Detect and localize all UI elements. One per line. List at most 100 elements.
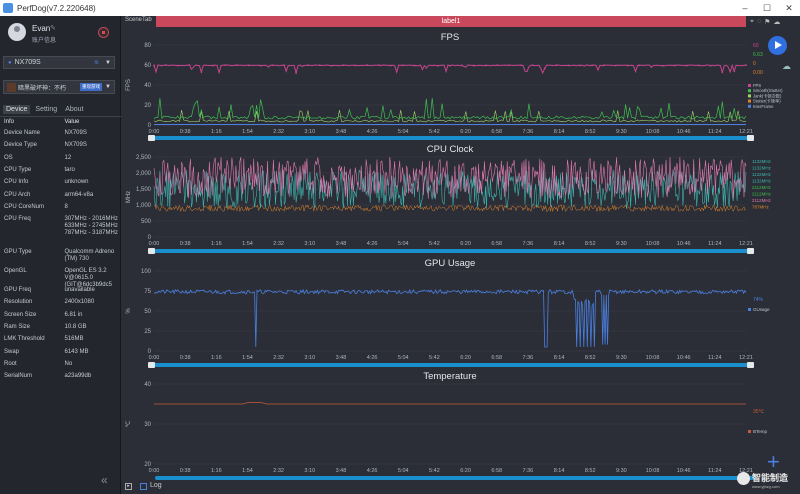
comment-icon[interactable]: ◌ [757, 18, 761, 25]
slider-handle-start[interactable] [148, 135, 155, 141]
slider-handle-start[interactable] [148, 248, 155, 254]
gpu-x-tick: 8:14 [554, 355, 565, 361]
temp-y-axis-label: ℃ [126, 420, 132, 427]
temp-chart-title: Temperature [423, 371, 476, 382]
close-icon[interactable]: ✕ [778, 3, 800, 14]
slider-handle-end[interactable] [747, 248, 754, 254]
tab-about[interactable]: About [62, 105, 86, 114]
gpu-time-slider[interactable] [148, 362, 754, 368]
location-icon[interactable]: ⌖ [750, 18, 754, 26]
fps-y-tick: 40 [144, 83, 151, 89]
slider-handle-start[interactable] [148, 362, 155, 368]
fps-point [484, 64, 487, 67]
record-stop-button[interactable] [98, 27, 109, 38]
device-select[interactable]: ● NX709S ≋ ▼ [3, 56, 115, 69]
cpu-x-tick: 3:10 [304, 241, 315, 247]
cpu-x-tick: 8:14 [554, 241, 565, 247]
info-header: Info Value [4, 119, 120, 126]
gpu-y-tick: 50 [144, 309, 151, 315]
info-row: Swap 6143 MB [4, 349, 120, 356]
fps-point [378, 64, 380, 67]
label-tab[interactable]: label1 [156, 16, 746, 27]
play-log-icon[interactable]: ▸ [125, 483, 132, 490]
gpu-x-tick: 10:46 [677, 355, 691, 361]
window-title: PerfDog(v7.2.220648) [17, 3, 96, 13]
cpu-x-tick: 9:30 [616, 241, 627, 247]
account-info[interactable]: 账户信息 [32, 35, 56, 44]
upload-icon[interactable]: ☁ [773, 18, 780, 26]
window-title-bar: PerfDog(v7.2.220648) – ☐ ✕ [0, 0, 800, 16]
info-value: unavailable [64, 287, 95, 294]
fps-point [271, 64, 274, 67]
fps-point [176, 64, 179, 67]
minimize-icon[interactable]: – [734, 3, 756, 13]
log-label: Log [150, 482, 162, 489]
info-row: Screen Size 6.81 in [4, 312, 120, 319]
fps-point [567, 64, 570, 67]
log-checkbox[interactable] [140, 483, 147, 490]
fps-x-tick: 8:52 [585, 129, 596, 135]
temp-x-tick: 5:42 [429, 468, 440, 474]
cpu-x-tick: 4:26 [367, 241, 378, 247]
fps-time-slider[interactable] [148, 135, 754, 141]
tab-setting[interactable]: Setting [32, 105, 60, 114]
cpu-x-tick: 11:24 [708, 241, 721, 247]
slider-handle-end[interactable] [747, 362, 754, 368]
maximize-icon[interactable]: ☐ [756, 3, 778, 14]
fps-point [318, 64, 321, 67]
cpu-y-axis-label: MHz [126, 191, 132, 203]
watermark-text: 智能制造 [752, 473, 789, 483]
fps-x-tick: 9:30 [616, 129, 627, 135]
fps-legend-swatch [748, 89, 751, 93]
gpu-legend-swatch [748, 308, 751, 311]
app-select[interactable]: 暗黑破坏神：不朽 重现游戏 ▼ [3, 80, 115, 94]
temp-x-tick: 10:46 [677, 468, 691, 474]
fps-x-tick: 7:36 [523, 129, 534, 135]
cpu-x-tick: 5:42 [429, 241, 440, 247]
temp-x-tick: 1:54 [242, 468, 253, 474]
temp-x-tick: 4:26 [367, 468, 378, 474]
avatar[interactable] [8, 23, 26, 41]
fps-point [591, 64, 593, 67]
fps-plot-bg [154, 39, 746, 125]
fps-point [685, 64, 688, 67]
fps-point [307, 64, 309, 67]
tab-device[interactable]: Device [3, 105, 31, 114]
info-value: 516MB [64, 336, 84, 343]
gpu-x-tick: 4:26 [367, 355, 378, 361]
cpu-x-tick: 5:04 [398, 241, 409, 247]
fps-point [425, 66, 428, 69]
info-row: GPU Type Qualcomm Adreno (TM) 730 [4, 249, 120, 263]
temp-x-tick: 2:32 [273, 468, 284, 474]
fps-x-tick: 1:54 [242, 129, 253, 135]
fps-point [200, 71, 203, 73]
gpu-x-tick: 5:04 [398, 355, 409, 361]
watermark-logo [737, 472, 750, 485]
cpu-chart-title: CPU Clock [427, 144, 474, 155]
scene-tab[interactable]: SceneTab [125, 17, 152, 23]
fps-legend-swatch [748, 94, 751, 98]
info-value: 12 [64, 154, 72, 161]
fps-readout: 60 [753, 43, 759, 49]
fps-point [520, 64, 522, 67]
add-chart-button[interactable]: + [767, 451, 780, 473]
fps-point [164, 64, 167, 67]
slider-handle-end[interactable] [747, 135, 754, 141]
replay-badge[interactable]: 重现游戏 [80, 83, 103, 91]
collapse-sidebar-icon[interactable]: « [101, 473, 108, 487]
cpu-time-slider[interactable] [148, 248, 754, 254]
cpu-readout: 1132MHz [752, 172, 772, 177]
info-row: OpenGL OpenGL ES 3.2 V@0615.0 (GIT@6dc3b9… [4, 268, 120, 289]
info-row: CPU Arch arm64-v8a [4, 192, 120, 199]
temp-time-slider[interactable] [155, 476, 754, 480]
edit-icon[interactable]: ✎ [50, 24, 56, 32]
fps-legend-swatch [748, 84, 751, 87]
flag-icon[interactable]: ⚑ [764, 18, 770, 26]
fps-readout: 6.63 [753, 52, 763, 58]
cpu-readout: 2112MHz [752, 192, 772, 197]
info-value: NX709S [64, 142, 87, 149]
fps-chart-title: FPS [441, 32, 459, 43]
cpu-y-tick: 1,000 [136, 203, 152, 209]
temp-plot-bg [154, 378, 746, 464]
fps-point [472, 64, 475, 67]
